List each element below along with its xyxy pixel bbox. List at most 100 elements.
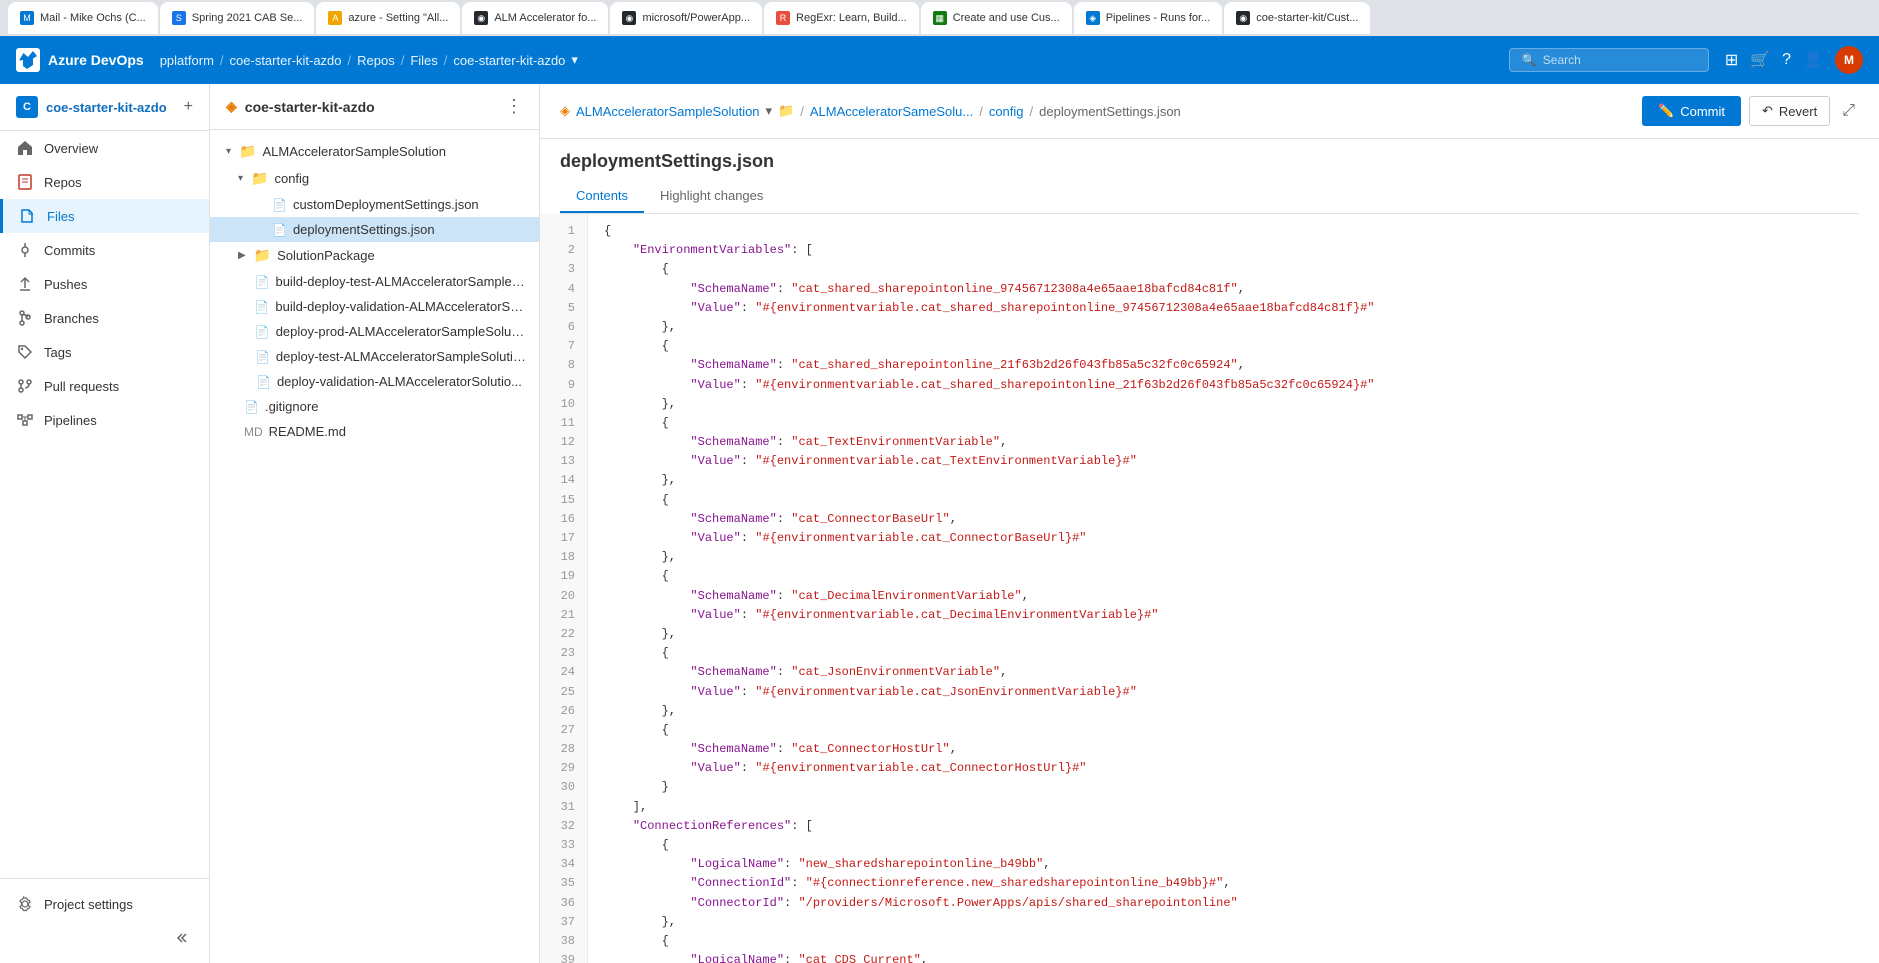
expand-button[interactable]: ⤢ xyxy=(1838,96,1859,126)
tree-label-build-deploy-test: build-deploy-test-ALMAcceleratorSampleSo… xyxy=(275,274,527,289)
nav-item-repos[interactable]: Repos xyxy=(0,165,209,199)
tree-item-build-deploy-test[interactable]: 📄 build-deploy-test-ALMAcceleratorSample… xyxy=(210,269,539,294)
tab-highlight-changes[interactable]: Highlight changes xyxy=(644,180,779,213)
tree-item-config-folder[interactable]: ▾ 📁 config xyxy=(210,165,539,192)
tab-title-alm: ALM Accelerator fo... xyxy=(494,12,596,24)
code-editor[interactable]: 1234567891011121314151617181920212223242… xyxy=(540,214,1879,963)
tree-label-customdeployment: customDeploymentSettings.json xyxy=(293,197,479,212)
project-name[interactable]: C coe-starter-kit-azdo xyxy=(16,96,167,118)
nav-item-project-settings[interactable]: Project settings xyxy=(0,887,209,921)
breadcrumb-path1[interactable]: ALMAcceleratorSameSolu... xyxy=(810,104,973,119)
code-line: "Value": "#{environmentvariable.cat_Text… xyxy=(604,452,1863,471)
tab-microsoft[interactable]: ◉ microsoft/PowerApp... xyxy=(610,2,762,34)
tree-item-solutionpackage-folder[interactable]: ▶ 📁 SolutionPackage xyxy=(210,242,539,269)
tree-label-gitignore: .gitignore xyxy=(265,399,318,414)
more-options-icon[interactable]: ⋮ xyxy=(505,96,523,117)
grid-icon[interactable]: ⊞ xyxy=(1725,50,1738,70)
tab-contents[interactable]: Contents xyxy=(560,180,644,213)
breadcrumb-project[interactable]: coe-starter-kit-azdo xyxy=(230,53,342,68)
tab-alm[interactable]: ◉ ALM Accelerator fo... xyxy=(462,2,608,34)
nav-item-pullrequests[interactable]: Pull requests xyxy=(0,369,209,403)
help-icon[interactable]: ? xyxy=(1782,51,1791,69)
tree-item-alm-folder[interactable]: ▾ 📁 ALMAcceleratorSampleSolution xyxy=(210,138,539,165)
nav-item-overview[interactable]: Overview xyxy=(0,131,209,165)
line-number: 5 xyxy=(540,299,587,318)
tree-item-custom-deployment[interactable]: 📄 customDeploymentSettings.json xyxy=(210,192,539,217)
tab-regex[interactable]: R RegExr: Learn, Build... xyxy=(764,2,919,34)
user-settings-icon[interactable]: 👤 xyxy=(1803,50,1823,70)
code-line: { xyxy=(604,721,1863,740)
chevron-down-icon: ▾ xyxy=(238,173,243,184)
code-line: "ConnectionReferences": [ xyxy=(604,817,1863,836)
tree-item-gitignore[interactable]: 📄 .gitignore xyxy=(210,394,539,419)
tree-item-deployment-settings[interactable]: 📄 deploymentSettings.json xyxy=(210,217,539,242)
project-avatar: C xyxy=(16,96,38,118)
line-number: 6 xyxy=(540,318,587,337)
tree-item-deploy-prod[interactable]: 📄 deploy-prod-ALMAcceleratorSampleSoluti… xyxy=(210,319,539,344)
tree-label-readme: README.md xyxy=(269,424,346,439)
line-number: 8 xyxy=(540,356,587,375)
cart-icon[interactable]: 🛒 xyxy=(1750,50,1770,70)
tab-pipelines[interactable]: ◈ Pipelines - Runs for... xyxy=(1074,2,1223,34)
nav-item-commits[interactable]: Commits xyxy=(0,233,209,267)
nav-item-pipelines[interactable]: Pipelines xyxy=(0,403,209,437)
line-number: 14 xyxy=(540,471,587,490)
nav-label-overview: Overview xyxy=(44,141,98,156)
code-line: "LogicalName": "new_sharedsharepointonli… xyxy=(604,855,1863,874)
breadcrumb-subsection[interactable]: Files xyxy=(410,53,437,68)
line-number: 31 xyxy=(540,798,587,817)
line-number: 32 xyxy=(540,817,587,836)
tab-spring[interactable]: S Spring 2021 CAB Se... xyxy=(160,2,315,34)
tab-azure[interactable]: A azure - Setting "All... xyxy=(316,2,460,34)
add-project-button[interactable]: + xyxy=(184,98,193,116)
breadcrumb-org[interactable]: pplatform xyxy=(160,53,214,68)
sidebar-collapse-button[interactable] xyxy=(0,921,209,955)
breadcrumb-path2[interactable]: config xyxy=(989,104,1024,119)
revert-button[interactable]: ↶ Revert xyxy=(1749,96,1830,126)
files-icon xyxy=(19,207,37,225)
file-icon: MD xyxy=(244,425,263,439)
breadcrumb-dropdown-icon[interactable]: ▾ xyxy=(766,103,773,119)
line-number: 9 xyxy=(540,376,587,395)
line-number: 19 xyxy=(540,567,587,586)
branches-icon xyxy=(16,309,34,327)
breadcrumb-section[interactable]: Repos xyxy=(357,53,395,68)
tree-label-deploy-validation: deploy-validation-ALMAcceleratorSolutio.… xyxy=(277,374,522,389)
tree-item-build-deploy-validation[interactable]: 📄 build-deploy-validation-ALMAccelerator… xyxy=(210,294,539,319)
tree-item-deploy-test[interactable]: 📄 deploy-test-ALMAcceleratorSampleSoluti… xyxy=(210,344,539,369)
nav-item-tags[interactable]: Tags xyxy=(0,335,209,369)
tab-favicon-regex: R xyxy=(776,11,790,25)
tree-item-deploy-validation[interactable]: 📄 deploy-validation-ALMAcceleratorSoluti… xyxy=(210,369,539,394)
tab-title-create: Create and use Cus... xyxy=(953,12,1060,24)
line-number: 17 xyxy=(540,529,587,548)
tab-coe[interactable]: ◉ coe-starter-kit/Cust... xyxy=(1224,2,1370,34)
brand-logo[interactable]: Azure DevOps xyxy=(16,48,144,72)
breadcrumb-repo-chevron[interactable]: ▾ xyxy=(571,52,578,68)
code-line: }, xyxy=(604,702,1863,721)
nav-item-branches[interactable]: Branches xyxy=(0,301,209,335)
file-icon: 📄 xyxy=(255,275,270,289)
search-bar[interactable]: 🔍 Search xyxy=(1509,48,1709,72)
tree-label-alm: ALMAcceleratorSampleSolution xyxy=(262,144,446,159)
nav-item-pushes[interactable]: Pushes xyxy=(0,267,209,301)
tab-create[interactable]: ▦ Create and use Cus... xyxy=(921,2,1072,34)
nav-item-files[interactable]: Files xyxy=(0,199,209,233)
tab-favicon-pipelines: ◈ xyxy=(1086,11,1100,25)
file-content-header: ◈ ALMAcceleratorSampleSolution ▾ 📁 / ALM… xyxy=(540,84,1879,139)
commit-button[interactable]: ✏️ Commit xyxy=(1642,96,1741,126)
breadcrumb-sep3: / xyxy=(401,53,405,68)
code-line: }, xyxy=(604,395,1863,414)
user-avatar[interactable]: M xyxy=(1835,46,1863,74)
tab-mail[interactable]: M Mail - Mike Ochs (C... xyxy=(8,2,158,34)
folder-icon: 📁 xyxy=(251,170,268,187)
file-sidebar: ◈ coe-starter-kit-azdo ⋮ ▾ 📁 ALMAccelera… xyxy=(210,84,540,963)
breadcrumb-repo[interactable]: coe-starter-kit-azdo xyxy=(453,53,565,68)
repo-icon xyxy=(16,173,34,191)
line-number: 18 xyxy=(540,548,587,567)
code-line: "Value": "#{environmentvariable.cat_Json… xyxy=(604,683,1863,702)
breadcrumb-repo-link[interactable]: ALMAcceleratorSampleSolution xyxy=(576,104,760,119)
tree-item-readme[interactable]: MD README.md xyxy=(210,419,539,444)
search-icon: 🔍 xyxy=(1522,53,1537,67)
code-line: { xyxy=(604,491,1863,510)
line-number: 33 xyxy=(540,836,587,855)
